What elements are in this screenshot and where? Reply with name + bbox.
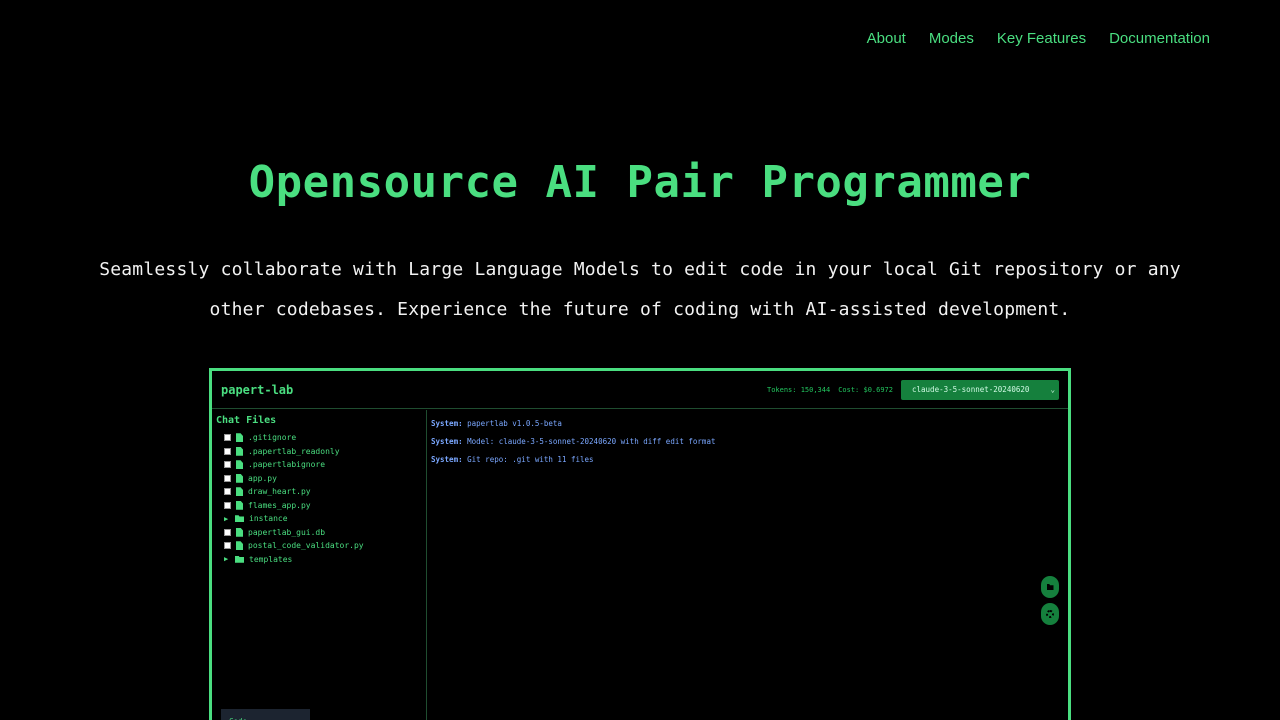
gear-icon [1046, 610, 1054, 618]
model-select[interactable]: claude-3-5-sonnet-20240620 ⌄ [901, 379, 1059, 400]
file-row[interactable]: .gitignore [216, 431, 422, 445]
file-checkbox[interactable] [224, 474, 231, 482]
nav-modes-link[interactable]: Modes [929, 29, 974, 49]
file-icon [236, 460, 243, 470]
file-icon [236, 433, 243, 443]
chevron-right-icon[interactable]: ▶ [224, 515, 231, 523]
file-name: flames_app.py [248, 500, 311, 510]
app-meta: Tokens: 150,344 Cost: $0.6972 claude-3-5… [766, 379, 1059, 400]
file-name: app.py [248, 473, 277, 483]
system-message: System: Model: claude-3-5-sonnet-2024062… [431, 433, 1064, 451]
file-name: .papertlab_readonly [248, 446, 340, 456]
file-row[interactable]: .papertlabignore [216, 458, 422, 472]
file-row[interactable]: papertlab_gui.db [216, 526, 422, 540]
file-checkbox[interactable] [224, 501, 231, 509]
hero-title: Opensource AI Pair Programmer [248, 157, 1032, 208]
file-checkbox[interactable] [224, 528, 231, 536]
nav-documentation-link[interactable]: Documentation [1109, 29, 1210, 49]
file-name: postal_code_validator.py [248, 541, 364, 551]
file-icon [236, 473, 243, 483]
system-message: System: papertlab v1.0.5-beta [431, 415, 1064, 433]
file-icon [236, 541, 243, 551]
file-checkbox[interactable] [224, 447, 231, 455]
code-tab[interactable]: Code [221, 709, 310, 720]
nav-key-features-link[interactable]: Key Features [997, 29, 1086, 49]
file-list: .gitignore .papertlab_readonly .papertlabi… [216, 431, 422, 566]
tokens-counter: Tokens: 150,344 [766, 385, 831, 394]
file-checkbox[interactable] [224, 434, 231, 442]
chevron-right-icon[interactable]: ▶ [224, 555, 231, 563]
message-text: papertlab v1.0.5-beta [467, 419, 562, 428]
chat-files-sidebar: Chat Files .gitignore .papertlab_readonly… [212, 410, 427, 720]
app-body: Chat Files .gitignore .papertlab_readonly… [212, 410, 1068, 720]
file-icon [236, 527, 243, 537]
file-checkbox[interactable] [224, 542, 231, 550]
settings-button[interactable] [1041, 603, 1059, 625]
file-name: draw_heart.py [248, 487, 311, 497]
file-name: instance [249, 514, 288, 524]
nav-about-link[interactable]: About [867, 29, 906, 49]
file-icon [236, 446, 243, 456]
app-preview-window: papert-lab Tokens: 150,344 Cost: $0.6972… [209, 368, 1071, 720]
folder-icon [235, 515, 244, 523]
folder-row[interactable]: ▶ templates [216, 553, 422, 567]
folder-row[interactable]: ▶ instance [216, 512, 422, 526]
file-icon [236, 500, 243, 510]
sidebar-title: Chat Files [216, 415, 277, 426]
app-title: papert-lab [221, 382, 294, 397]
hero-subtitle: Seamlessly collaborate with Large Langua… [99, 259, 1181, 320]
cost-counter: Cost: $0.6972 [838, 385, 893, 394]
chevron-down-icon: ⌄ [1050, 385, 1055, 394]
message-list: System: papertlab v1.0.5-beta System: Mod… [431, 415, 1064, 469]
file-row[interactable]: .papertlab_readonly [216, 445, 422, 459]
message-label: System: [431, 437, 463, 446]
file-row[interactable]: postal_code_validator.py [216, 539, 422, 553]
file-name: templates [249, 554, 293, 564]
system-message: System: Git repo: .git with 11 files [431, 451, 1064, 469]
file-checkbox[interactable] [224, 488, 231, 496]
folder-button[interactable] [1041, 576, 1059, 598]
file-name: .papertlabignore [248, 460, 326, 470]
file-row[interactable]: draw_heart.py [216, 485, 422, 499]
message-label: System: [431, 419, 463, 428]
message-text: Model: claude-3-5-sonnet-20240620 with d… [467, 437, 716, 446]
model-select-value: claude-3-5-sonnet-20240620 [912, 385, 1030, 394]
message-text: Git repo: .git with 11 files [467, 455, 594, 464]
folder-icon [235, 555, 244, 563]
app-header: papert-lab Tokens: 150,344 Cost: $0.6972… [212, 371, 1068, 409]
file-name: .gitignore [248, 433, 297, 443]
file-name: papertlab_gui.db [248, 527, 326, 537]
file-row[interactable]: app.py [216, 472, 422, 486]
file-icon [236, 487, 243, 497]
file-row[interactable]: flames_app.py [216, 499, 422, 513]
message-label: System: [431, 455, 463, 464]
file-checkbox[interactable] [224, 461, 231, 469]
folder-icon [1046, 584, 1054, 590]
chat-panel: System: papertlab v1.0.5-beta System: Mod… [427, 410, 1068, 720]
top-nav: About Modes Key Features Documentation [867, 29, 1210, 49]
